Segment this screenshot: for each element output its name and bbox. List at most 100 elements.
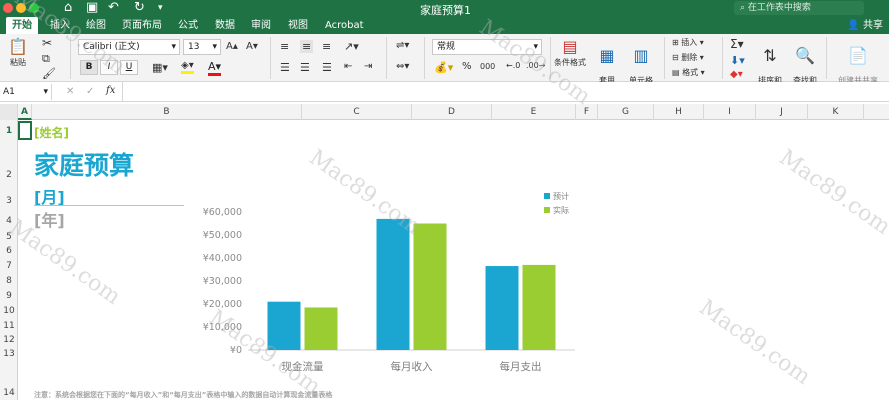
underline-button[interactable]: U <box>120 60 138 75</box>
italic-button[interactable]: I <box>100 60 118 75</box>
tab-home[interactable]: 开始 <box>6 17 38 34</box>
cut-icon[interactable]: ✂ <box>42 36 52 50</box>
tab-review[interactable]: 审阅 <box>245 17 277 34</box>
align-bottom-icon[interactable]: ≡ <box>322 40 331 53</box>
undo-icon[interactable]: ↶ <box>108 1 119 15</box>
document-title: 家庭预算1 <box>420 4 471 17</box>
row-header-10[interactable]: 10 <box>0 306 18 316</box>
budget-chart[interactable]: ¥0 ¥10,000 ¥20,000 ¥30,000 ¥40,000 ¥50,000 ¥60… <box>190 190 590 380</box>
orientation-icon[interactable]: ↗▾ <box>344 40 359 53</box>
row-header-4[interactable]: 4 <box>0 216 18 226</box>
format-painter-icon[interactable]: 🖌 <box>42 67 56 80</box>
fill-icon[interactable]: ⬇▾ <box>730 54 745 67</box>
column-header-e[interactable]: E <box>492 104 576 120</box>
format-cells-button[interactable]: ▤ 格式 ▾ <box>672 67 705 78</box>
minimize-window-button[interactable] <box>16 3 26 13</box>
cancel-icon[interactable]: ✕ <box>66 86 74 97</box>
copy-icon[interactable]: ⧉ <box>42 52 50 66</box>
align-top-icon[interactable]: ≡ <box>280 40 289 53</box>
sheet-search-input[interactable]: ⌕ 在工作表中搜索 <box>734 1 864 15</box>
row-header-9[interactable]: 9 <box>0 291 18 301</box>
increase-font-icon[interactable]: A▴ <box>226 41 238 52</box>
row-header-13[interactable]: 13 <box>0 349 18 359</box>
watermark: Mac89.com <box>4 215 125 310</box>
row-header-2[interactable]: 2 <box>0 170 18 180</box>
font-color-icon[interactable]: A▾ <box>208 60 222 76</box>
thousands-button[interactable]: 000 <box>480 62 495 71</box>
column-header-b[interactable]: B <box>32 104 302 120</box>
row-header-14[interactable]: 14 <box>0 388 18 398</box>
redo-icon[interactable]: ↻ <box>134 1 145 15</box>
paste-button[interactable]: 📋 粘贴 <box>4 38 32 68</box>
tab-insert[interactable]: 插入 <box>44 17 76 34</box>
function-icon[interactable]: fx <box>106 85 115 96</box>
wrap-text-icon[interactable]: ⇌▾ <box>396 40 409 51</box>
align-middle-icon[interactable]: ≡ <box>300 40 314 53</box>
borders-icon[interactable]: ▦▾ <box>152 61 168 74</box>
fill-color-icon[interactable]: ◈▾ <box>181 60 194 74</box>
column-header-d[interactable]: D <box>412 104 492 120</box>
column-header-k[interactable]: K <box>808 104 864 120</box>
customize-toolbar-icon[interactable]: ▾ <box>158 1 163 15</box>
name-placeholder[interactable]: [姓名] <box>34 124 69 141</box>
align-left-icon[interactable]: ☰ <box>280 61 290 74</box>
increase-indent-icon[interactable]: ⇥ <box>364 61 372 72</box>
column-header-i[interactable]: I <box>704 104 756 120</box>
align-right-icon[interactable]: ☰ <box>322 61 332 74</box>
autosum-icon[interactable]: Σ▾ <box>730 37 744 51</box>
row-header-6[interactable]: 6 <box>0 246 18 256</box>
tab-formulas[interactable]: 公式 <box>172 17 204 34</box>
row-header-12[interactable]: 12 <box>0 335 18 345</box>
tab-draw[interactable]: 绘图 <box>80 17 112 34</box>
row-header-7[interactable]: 7 <box>0 261 18 271</box>
tab-page-layout[interactable]: 页面布局 <box>116 17 168 34</box>
column-header-h[interactable]: H <box>654 104 704 120</box>
row-header-8[interactable]: 8 <box>0 276 18 286</box>
row-header-1[interactable]: 1 <box>0 126 18 136</box>
conditional-format-button[interactable]: ▤ 条件格式 <box>553 38 587 68</box>
select-all-corner[interactable] <box>0 104 18 120</box>
insert-label: 插入 <box>681 38 698 47</box>
decrease-indent-icon[interactable]: ⇤ <box>344 61 352 72</box>
tab-view[interactable]: 视图 <box>282 17 314 34</box>
sheet-title[interactable]: 家庭预算 <box>34 146 134 182</box>
formula-input[interactable] <box>122 82 889 102</box>
percent-button[interactable]: % <box>462 61 472 72</box>
column-header-g[interactable]: G <box>598 104 654 120</box>
align-center-icon[interactable]: ☰ <box>300 61 310 74</box>
increase-decimal-icon[interactable]: ←.0 <box>506 61 520 70</box>
name-box[interactable]: A1 ▾ <box>0 84 52 100</box>
row-header-5[interactable]: 5 <box>0 232 18 242</box>
close-window-button[interactable] <box>3 3 13 13</box>
row-header-3[interactable]: 3 <box>0 196 18 206</box>
number-format-value: 常规 <box>437 42 456 52</box>
tab-acrobat[interactable]: Acrobat <box>319 17 370 34</box>
row-header-11[interactable]: 11 <box>0 321 18 331</box>
font-name-select[interactable]: Calibri (正文) ▾ <box>78 39 180 55</box>
bold-button[interactable]: B <box>80 60 98 75</box>
insert-cells-button[interactable]: ⊞ 插入 ▾ <box>672 37 704 48</box>
selected-cell-a1[interactable] <box>18 121 32 140</box>
decrease-decimal-icon[interactable]: .00→ <box>526 61 545 70</box>
save-icon[interactable]: ▣ <box>86 1 98 15</box>
column-header-a[interactable]: A <box>18 104 32 120</box>
number-format-select[interactable]: 常规 ▾ <box>432 39 542 55</box>
share-button[interactable]: 👤 共享 <box>847 17 883 34</box>
font-size-select[interactable]: 13 ▾ <box>183 39 221 55</box>
zoom-window-button[interactable] <box>29 3 39 13</box>
delete-cells-button[interactable]: ⊟ 删除 ▾ <box>672 52 704 63</box>
column-header-f[interactable]: F <box>576 104 598 120</box>
clear-icon[interactable]: ◆▾ <box>730 69 743 80</box>
decrease-font-icon[interactable]: A▾ <box>246 41 258 52</box>
currency-icon[interactable]: 💰▾ <box>434 61 453 74</box>
bar-projected <box>485 266 519 350</box>
merge-center-icon[interactable]: ⇔▾ <box>396 61 409 72</box>
y-tick-label: ¥50,000 <box>203 230 242 241</box>
confirm-icon[interactable]: ✓ <box>86 86 94 97</box>
format-label: 格式 <box>682 68 699 77</box>
column-header-c[interactable]: C <box>302 104 412 120</box>
home-icon[interactable]: ⌂ <box>64 1 72 15</box>
tab-data[interactable]: 数据 <box>209 17 241 34</box>
column-header-j[interactable]: J <box>756 104 808 120</box>
year-placeholder[interactable]: [年] <box>34 207 65 231</box>
